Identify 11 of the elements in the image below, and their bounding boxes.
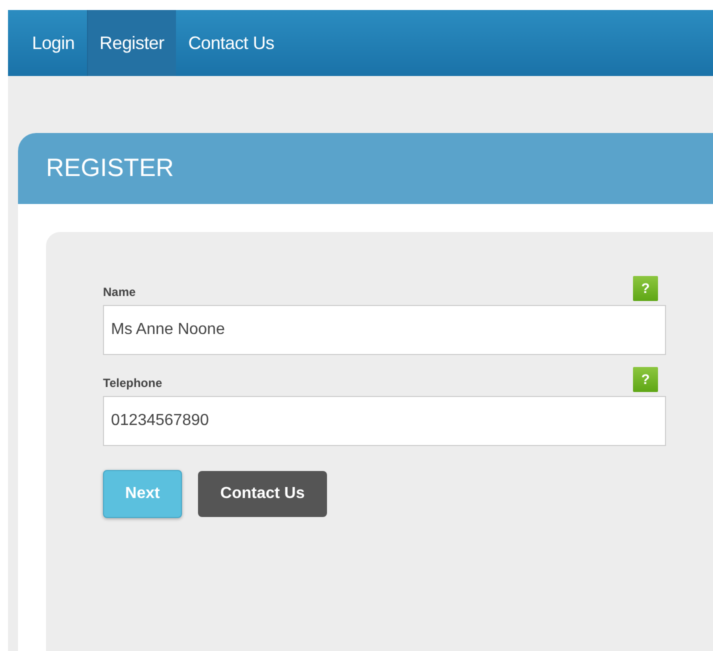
field-label: Name <box>103 284 136 301</box>
nav-link[interactable]: Login <box>20 10 87 76</box>
text-input-field[interactable]: 01234567890 <box>103 396 666 446</box>
help-button[interactable]: ? <box>633 367 658 392</box>
nav-link[interactable]: Register <box>86 10 176 76</box>
panel-title: REGISTER <box>46 152 174 184</box>
nav-link[interactable]: Contact Us <box>176 10 286 76</box>
help-button[interactable]: ? <box>633 276 658 301</box>
contact-button[interactable]: Contact Us <box>198 471 327 517</box>
text-input-field[interactable]: Ms Anne Noone <box>103 305 666 355</box>
field-label: Telephone <box>103 375 162 392</box>
